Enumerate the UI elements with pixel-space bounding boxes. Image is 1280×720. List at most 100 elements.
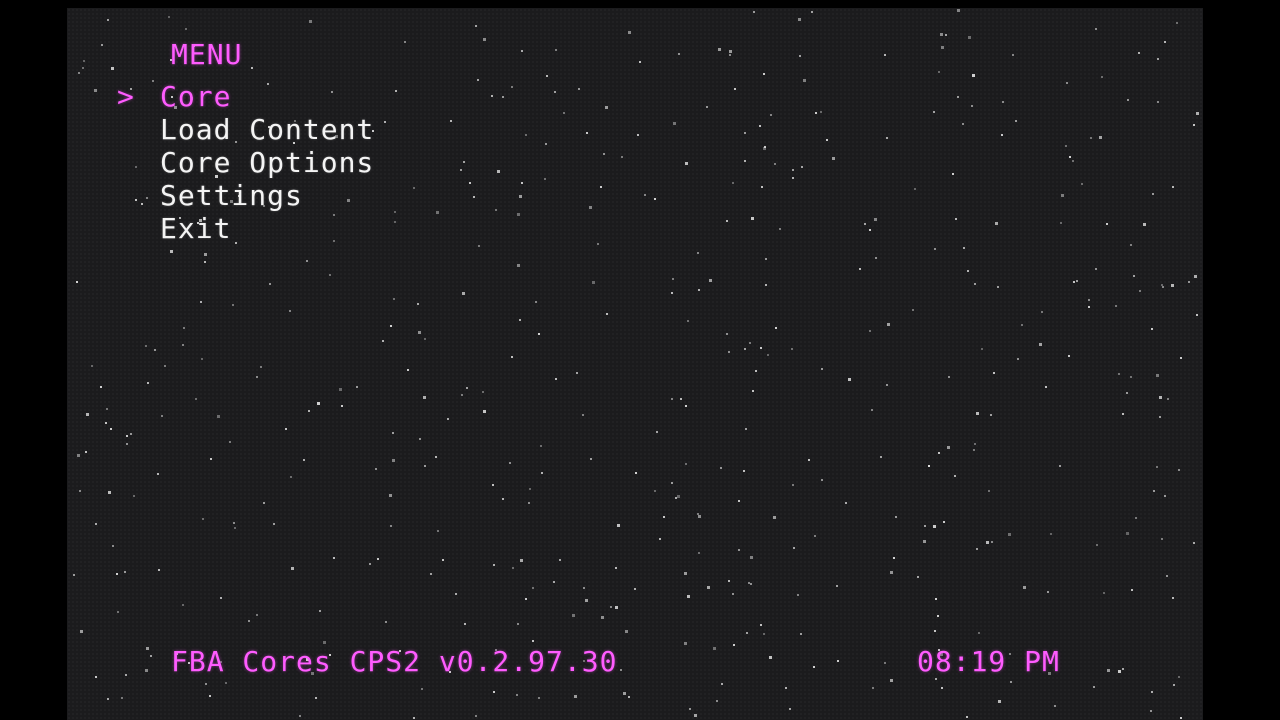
star (1017, 358, 1019, 360)
star (963, 247, 965, 249)
star (291, 567, 294, 570)
star (893, 557, 895, 559)
star (419, 438, 421, 440)
star (997, 286, 999, 288)
star (256, 614, 258, 616)
star (111, 67, 114, 70)
star (1107, 669, 1110, 672)
star (1076, 280, 1078, 282)
star (1095, 28, 1097, 30)
star (836, 585, 838, 587)
star (895, 516, 897, 518)
star (1143, 223, 1146, 226)
star (675, 497, 677, 499)
star (493, 564, 495, 566)
star (418, 331, 421, 334)
star (502, 96, 504, 98)
star (473, 196, 475, 198)
star (497, 170, 500, 173)
star (392, 459, 395, 462)
star (369, 563, 371, 565)
star (469, 182, 471, 184)
star (934, 630, 936, 632)
star (1139, 290, 1141, 292)
star (106, 408, 108, 410)
star (707, 586, 710, 589)
star (845, 502, 847, 504)
star (677, 495, 680, 498)
star (477, 79, 479, 81)
star (799, 55, 801, 57)
star (540, 445, 542, 447)
star (126, 443, 128, 445)
star (995, 222, 998, 225)
star (726, 220, 728, 222)
star (680, 398, 682, 400)
star (729, 50, 732, 53)
star (928, 465, 930, 467)
menu-item-settings[interactable]: Settings (160, 179, 374, 212)
star (289, 310, 291, 312)
star (880, 456, 882, 458)
star (1131, 589, 1133, 591)
star (1069, 156, 1071, 158)
star (563, 112, 565, 114)
star (135, 199, 137, 201)
star (79, 490, 81, 492)
star (182, 604, 184, 606)
star (694, 714, 697, 717)
star (1135, 517, 1137, 519)
star (517, 623, 519, 625)
menu-item-label: Exit (160, 212, 232, 245)
star (317, 402, 320, 405)
menu-item-label: Core (160, 80, 232, 113)
star (210, 458, 212, 460)
star (519, 319, 521, 321)
star (808, 459, 810, 461)
star (525, 134, 527, 136)
star (200, 301, 202, 303)
star (315, 697, 317, 699)
star (713, 647, 716, 650)
star (553, 581, 555, 583)
star (1133, 275, 1135, 277)
star (1060, 222, 1062, 224)
star (86, 413, 89, 416)
star (952, 173, 954, 175)
star (535, 301, 537, 303)
star (395, 90, 397, 92)
star (519, 195, 522, 198)
star (450, 120, 452, 122)
star (73, 574, 75, 576)
star (572, 614, 575, 617)
star (463, 161, 465, 163)
star (678, 53, 680, 55)
star (248, 620, 250, 622)
star (442, 559, 444, 561)
menu-item-load-content[interactable]: Load Content (160, 113, 374, 146)
menu-item-core-options[interactable]: Core Options (160, 146, 374, 179)
clock-label: 08:19 PM (917, 645, 1060, 678)
star (986, 541, 989, 544)
star (869, 229, 871, 231)
star (209, 695, 211, 697)
star (150, 655, 152, 657)
menu-item-label: Settings (160, 179, 303, 212)
star (765, 284, 767, 286)
star (299, 715, 301, 717)
star (1099, 136, 1102, 139)
star (974, 443, 976, 445)
star (91, 365, 93, 367)
star (168, 16, 170, 18)
star (973, 449, 975, 451)
star (620, 669, 622, 671)
menu-list: Core Load Content Core Options Settings … (160, 80, 374, 245)
menu-item-exit[interactable]: Exit (160, 212, 374, 245)
menu-item-core[interactable]: Core (160, 80, 374, 113)
star (1130, 376, 1132, 378)
star (130, 433, 132, 435)
star (217, 415, 220, 418)
star (1041, 311, 1043, 313)
star (1065, 145, 1067, 147)
star (195, 398, 197, 400)
